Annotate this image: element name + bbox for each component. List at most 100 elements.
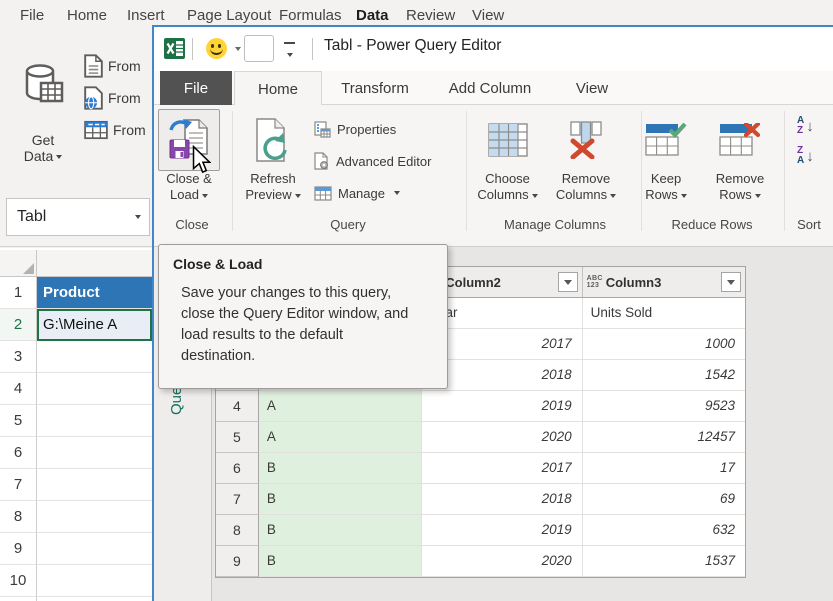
- refresh-icon: [240, 109, 306, 171]
- filter-dropdown-button[interactable]: [558, 272, 578, 292]
- cell-a8[interactable]: [37, 501, 152, 533]
- keep-rows-icon: [632, 109, 700, 171]
- pq-tab-strip: File Home Transform Add Column View: [154, 71, 833, 105]
- data-type-icon[interactable]: ABC123: [587, 275, 603, 289]
- quick-access-box[interactable]: [244, 35, 274, 62]
- pq-tab-home[interactable]: Home: [234, 71, 322, 106]
- pq-tab-view[interactable]: View: [552, 71, 632, 105]
- cell-a3[interactable]: [37, 341, 152, 373]
- sort-descending-button[interactable]: ZA ↓: [797, 143, 814, 169]
- chevron-down-icon[interactable]: [235, 47, 241, 51]
- from-text-button[interactable]: From: [84, 52, 141, 80]
- choose-columns-icon: [470, 109, 545, 171]
- select-all-corner[interactable]: [0, 250, 37, 277]
- cell-a7[interactable]: [37, 469, 152, 501]
- manage-button[interactable]: Manage: [314, 181, 400, 205]
- row-header-5[interactable]: 5: [0, 405, 37, 437]
- table-row: 9B20201537: [216, 546, 745, 577]
- refresh-preview-button[interactable]: Refresh Preview: [240, 109, 306, 203]
- column-a-header[interactable]: [37, 250, 152, 277]
- divider: [192, 38, 193, 60]
- advanced-editor-button[interactable]: Advanced Editor: [314, 149, 431, 173]
- pq-tab-transform[interactable]: Transform: [322, 71, 428, 105]
- cell-a1[interactable]: Product: [37, 277, 152, 309]
- group-label-query: Query: [330, 217, 365, 232]
- properties-button[interactable]: Properties: [314, 117, 396, 141]
- tooltip-body-line: Save your changes to this query,: [173, 283, 433, 304]
- column3-header[interactable]: ABC123 Column3: [583, 267, 745, 297]
- row-header-2[interactable]: 2: [0, 309, 37, 341]
- sheet-row: 10: [0, 565, 152, 597]
- group-separator: [232, 111, 233, 231]
- cell-a9[interactable]: [37, 533, 152, 565]
- excel-tab-formulas[interactable]: Formulas: [279, 7, 342, 24]
- table-row: 4A20199523: [216, 391, 745, 422]
- chevron-down-icon: [610, 194, 616, 198]
- sheet-row: 1Product: [0, 277, 152, 309]
- chevron-down-icon: [56, 155, 62, 159]
- power-query-editor-window: Tabl - Power Query Editor File Home Tran…: [152, 25, 833, 601]
- tooltip-body-line: close the Query Editor window, and: [173, 304, 433, 325]
- row-header-3[interactable]: 3: [0, 341, 37, 373]
- chevron-down-icon: [755, 194, 761, 198]
- chevron-down-icon[interactable]: [135, 215, 141, 219]
- get-data-label-line1: Get: [8, 132, 78, 148]
- tooltip-title: Close & Load: [173, 256, 433, 272]
- row-header-4[interactable]: 4: [0, 373, 37, 405]
- mouse-cursor: [192, 145, 211, 174]
- excel-tab-view[interactable]: View: [472, 7, 504, 24]
- sheet-row: 5: [0, 405, 152, 437]
- remove-rows-button[interactable]: Remove Rows: [704, 109, 776, 203]
- sheet-row: 4: [0, 373, 152, 405]
- excel-tab-home[interactable]: Home: [67, 7, 107, 24]
- from-table-button[interactable]: From: [84, 116, 146, 144]
- from-web-button[interactable]: From: [84, 84, 141, 112]
- excel-tab-review[interactable]: Review: [406, 7, 455, 24]
- cell-a11[interactable]: [37, 597, 152, 601]
- cell-a5[interactable]: [37, 405, 152, 437]
- cell-a6[interactable]: [37, 437, 152, 469]
- choose-columns-button[interactable]: Choose Columns: [470, 109, 545, 203]
- chevron-down-icon: [532, 194, 538, 198]
- get-data-button[interactable]: Get Data: [8, 40, 78, 190]
- row-header-11[interactable]: 11: [0, 597, 37, 601]
- row-header-9[interactable]: 9: [0, 533, 37, 565]
- keep-rows-button[interactable]: Keep Rows: [632, 109, 700, 203]
- name-box[interactable]: Tabl: [6, 198, 150, 236]
- excel-tab-insert[interactable]: Insert: [127, 7, 165, 24]
- group-label-sort: Sort: [797, 217, 821, 232]
- row-header-6[interactable]: 6: [0, 437, 37, 469]
- cell-a4[interactable]: [37, 373, 152, 405]
- excel-tab-file[interactable]: File: [20, 7, 44, 24]
- get-data-label-line2: Data: [24, 148, 54, 164]
- remove-rows-icon: [704, 109, 776, 171]
- sheet-row: 6: [0, 437, 152, 469]
- tooltip-body-line: destination.: [173, 346, 433, 367]
- sort-ascending-button[interactable]: AZ ↓: [797, 113, 814, 139]
- pq-ribbon: Close & Load Refresh Preview: [154, 105, 833, 247]
- group-separator: [641, 111, 642, 231]
- down-arrow-icon: ↓: [806, 118, 814, 135]
- sheet-row: 8: [0, 501, 152, 533]
- divider: [312, 38, 313, 60]
- row-header-7[interactable]: 7: [0, 469, 37, 501]
- chevron-down-icon: [202, 194, 208, 198]
- screen: File Home Insert Page Layout Formulas Da…: [0, 0, 833, 601]
- excel-tab-data[interactable]: Data: [356, 7, 389, 24]
- row-header-8[interactable]: 8: [0, 501, 37, 533]
- row-header-1[interactable]: 1: [0, 277, 37, 309]
- pq-tab-file[interactable]: File: [160, 71, 232, 105]
- customize-toolbar-icon[interactable]: [284, 42, 295, 64]
- chevron-down-icon: [394, 191, 400, 195]
- filter-dropdown-button[interactable]: [721, 272, 741, 292]
- remove-columns-button[interactable]: Remove Columns: [550, 109, 622, 203]
- smiley-feedback-icon[interactable]: [206, 38, 227, 59]
- cell-a10[interactable]: [37, 565, 152, 597]
- excel-tab-page-layout[interactable]: Page Layout: [187, 7, 271, 24]
- pq-title-bar: Tabl - Power Query Editor: [154, 27, 833, 71]
- pq-tab-add-column[interactable]: Add Column: [428, 71, 552, 105]
- row-header-10[interactable]: 10: [0, 565, 37, 597]
- document-globe-icon: [84, 86, 103, 110]
- cell-a2-active[interactable]: G:\Meine A: [37, 309, 152, 341]
- table-row: 6B201717: [216, 453, 745, 484]
